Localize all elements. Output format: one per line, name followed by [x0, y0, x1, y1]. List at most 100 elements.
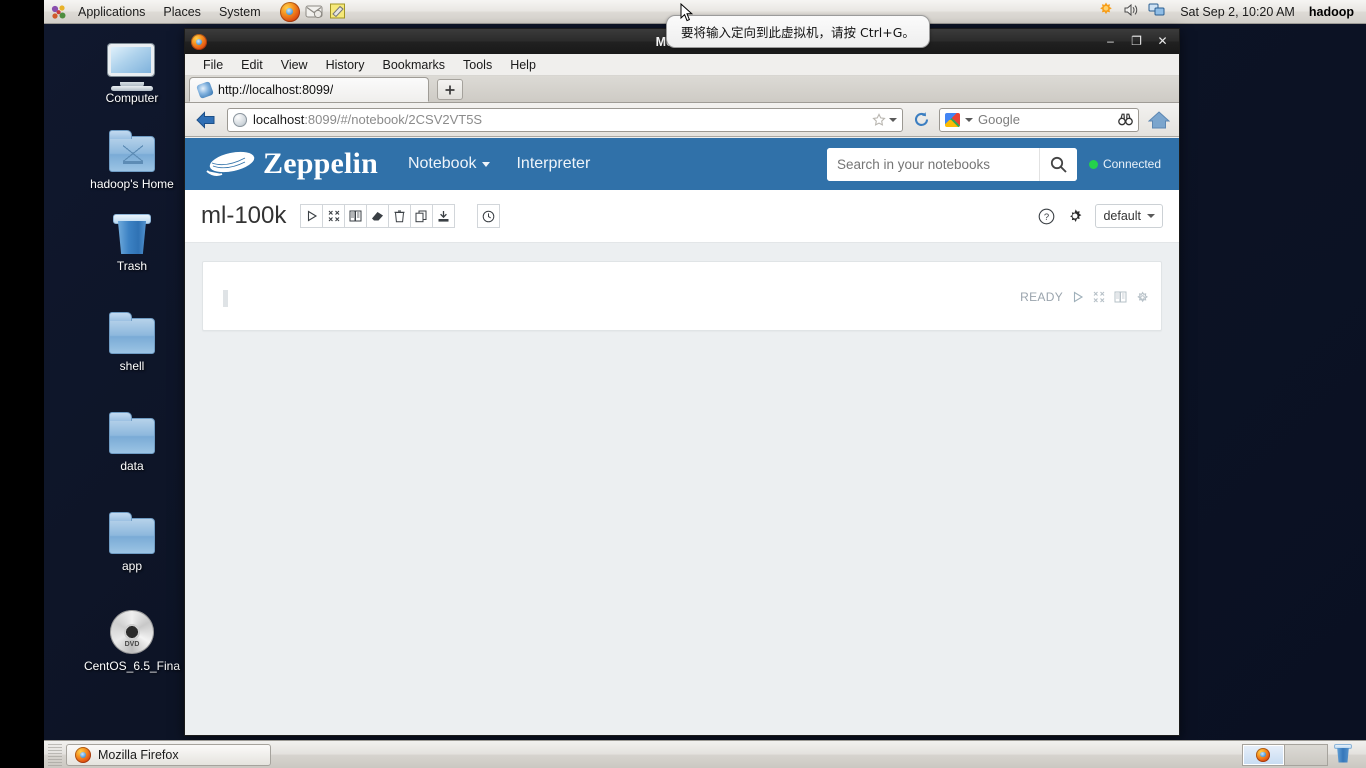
search-input[interactable]	[826, 147, 1039, 181]
notebook-settings-button[interactable]	[1067, 208, 1083, 224]
notebook-search[interactable]	[826, 147, 1077, 181]
desktop-icon-hadoop-home[interactable]: hadoop's Home	[74, 124, 190, 191]
desktop-icon-centos-dvd[interactable]: CentOS_6.5_Fina	[71, 606, 193, 673]
update-icon[interactable]	[1098, 2, 1114, 21]
new-tab-button[interactable]	[437, 79, 463, 100]
question-circle-icon: ?	[1039, 208, 1055, 224]
zeppelin-brand[interactable]: Zeppelin	[203, 147, 378, 181]
paragraph-controls: READY	[1020, 290, 1149, 304]
email-icon[interactable]	[304, 2, 324, 22]
network-icon[interactable]	[1148, 2, 1166, 21]
desktop-icon-trash[interactable]: Trash	[74, 206, 190, 273]
binoculars-icon[interactable]	[1118, 113, 1133, 126]
zeppelin-favicon	[196, 80, 214, 99]
panel-clock[interactable]: Sat Sep 2, 10:20 AM	[1174, 5, 1301, 19]
menu-tools[interactable]: Tools	[457, 56, 498, 74]
notebook-help-button[interactable]: ?	[1038, 208, 1055, 225]
desktop-icon-label: data	[120, 459, 144, 473]
desktop-icon-label: Trash	[116, 259, 148, 273]
workspace-2[interactable]	[1285, 744, 1327, 765]
hide-output-button[interactable]	[1114, 291, 1127, 303]
menu-system[interactable]: System	[210, 1, 270, 23]
paragraph-settings-button[interactable]	[1136, 291, 1149, 304]
taskbar-item-label: Mozilla Firefox	[98, 747, 179, 762]
svg-text:?: ?	[1044, 212, 1049, 223]
google-icon[interactable]	[945, 112, 960, 127]
folder-icon	[74, 306, 190, 354]
url-bar[interactable]: localhost:8099/#/notebook/2CSV2VT5S	[227, 107, 903, 132]
hide-editor-button[interactable]	[1093, 291, 1105, 303]
home-button[interactable]	[1147, 108, 1171, 132]
close-button[interactable]: ✕	[1156, 35, 1169, 48]
show-desktop-button[interactable]	[48, 743, 62, 766]
search-button[interactable]	[1038, 147, 1077, 181]
zeppelin-navbar: Zeppelin Notebook Interpreter Search in …	[185, 138, 1179, 190]
clear-all-output-button[interactable]	[366, 204, 390, 228]
menu-file[interactable]: File	[197, 56, 229, 74]
desktop-icon-label: Computer	[105, 91, 159, 105]
reload-button[interactable]	[911, 109, 931, 131]
notebook-title[interactable]: ml-100k	[201, 202, 286, 230]
interpreter-binding-label: default	[1103, 209, 1141, 223]
chevron-down-icon[interactable]	[889, 117, 897, 122]
run-paragraph-button[interactable]	[1072, 291, 1084, 303]
desktop-icon-data[interactable]: data	[74, 406, 190, 473]
menu-applications[interactable]: Applications	[69, 1, 154, 23]
volume-icon[interactable]	[1123, 2, 1139, 21]
dvd-icon	[71, 606, 193, 654]
hide-show-all-code-button[interactable]	[322, 204, 346, 228]
chevron-down-icon[interactable]	[965, 117, 973, 122]
menu-history[interactable]: History	[320, 56, 371, 74]
folder-icon	[74, 506, 190, 554]
copy-icon	[415, 210, 427, 222]
browser-search-placeholder: Google	[978, 112, 1020, 127]
paragraph[interactable]: READY	[202, 261, 1162, 331]
nav-notebook[interactable]: Notebook	[408, 155, 491, 173]
notes-icon[interactable]	[328, 2, 348, 22]
menu-help[interactable]: Help	[504, 56, 542, 74]
menu-places[interactable]: Places	[154, 1, 210, 23]
taskbar-item-firefox[interactable]: Mozilla Firefox	[66, 743, 271, 766]
show-hide-all-output-button[interactable]	[344, 204, 368, 228]
gear-icon	[1137, 291, 1148, 302]
menu-edit[interactable]: Edit	[235, 56, 269, 74]
interpreter-binding-select[interactable]: default	[1095, 204, 1163, 228]
maximize-button[interactable]: ❐	[1130, 35, 1143, 48]
workspace-1[interactable]	[1243, 744, 1285, 765]
minimize-button[interactable]: –	[1104, 35, 1117, 48]
run-scheduler-button[interactable]	[477, 204, 501, 228]
browser-search-bar[interactable]: Google	[939, 107, 1139, 132]
browser-tabbar: http://localhost:8099/	[185, 76, 1179, 103]
menu-view[interactable]: View	[275, 56, 314, 74]
panel-username[interactable]: hadoop	[1309, 5, 1358, 19]
paragraph-status: READY	[1020, 290, 1063, 304]
desktop-icon-app[interactable]: app	[74, 506, 190, 573]
export-notebook-button[interactable]	[432, 204, 456, 228]
run-all-paragraphs-button[interactable]	[300, 204, 324, 228]
remove-notebook-button[interactable]	[388, 204, 412, 228]
trash-applet[interactable]	[1334, 743, 1356, 766]
search-icon	[1050, 156, 1067, 173]
url-host: localhost	[253, 112, 305, 127]
desktop-icon-computer[interactable]: Computer	[74, 38, 190, 105]
menu-bookmarks[interactable]: Bookmarks	[376, 56, 451, 74]
desktop-icon-label: shell	[119, 359, 145, 373]
browser-tab[interactable]: http://localhost:8099/	[189, 77, 429, 102]
firefox-icon[interactable]	[279, 1, 300, 22]
nav-interpreter[interactable]: Interpreter	[516, 155, 590, 173]
plus-icon	[445, 85, 455, 94]
browser-menubar: File Edit View History Bookmarks Tools H…	[185, 54, 1179, 76]
mouse-cursor	[680, 2, 694, 28]
screen: Computer hadoop's Home Trash shell data …	[0, 0, 1366, 768]
clone-notebook-button[interactable]	[410, 204, 434, 228]
book-icon	[1114, 291, 1127, 303]
desktop-icon-label: hadoop's Home	[90, 177, 174, 191]
gnome-bottom-panel: Mozilla Firefox	[44, 740, 1366, 768]
workspace-switcher[interactable]	[1242, 743, 1328, 766]
back-button[interactable]	[193, 108, 219, 132]
chevron-down-icon	[1147, 214, 1155, 218]
applications-menu-icon	[50, 4, 68, 20]
code-editor-cursor	[223, 290, 228, 307]
book-icon	[349, 210, 362, 222]
desktop-icon-shell[interactable]: shell	[74, 306, 190, 373]
